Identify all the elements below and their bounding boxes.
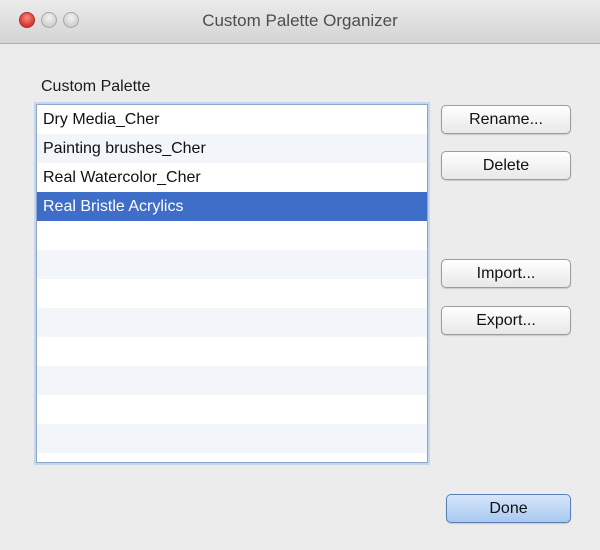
list-item[interactable]: Dry Media_Cher [37,105,427,134]
done-button[interactable]: Done [446,494,571,523]
empty-list-row [37,337,427,366]
empty-list-row [37,424,427,453]
list-item[interactable]: Painting brushes_Cher [37,134,427,163]
window-title: Custom Palette Organizer [202,11,398,30]
list-item[interactable]: Real Watercolor_Cher [37,163,427,192]
empty-list-row [37,308,427,337]
empty-list-row [37,250,427,279]
list-item[interactable]: Real Bristle Acrylics [37,192,427,221]
custom-palette-list[interactable]: Dry Media_Cher Painting brushes_Cher Real … [36,104,428,463]
export-button[interactable]: Export... [441,306,571,335]
palette-organizer-window: Custom Palette Organizer Custom Palette … [0,0,600,550]
custom-palette-label: Custom Palette [41,78,151,95]
empty-list-row [37,279,427,308]
empty-list-row [37,395,427,424]
rename-button[interactable]: Rename... [441,105,571,134]
import-button[interactable]: Import... [441,259,571,288]
title-bar[interactable]: Custom Palette Organizer [0,0,600,44]
delete-button[interactable]: Delete [441,151,571,180]
empty-list-row [37,221,427,250]
empty-list-row [37,366,427,395]
